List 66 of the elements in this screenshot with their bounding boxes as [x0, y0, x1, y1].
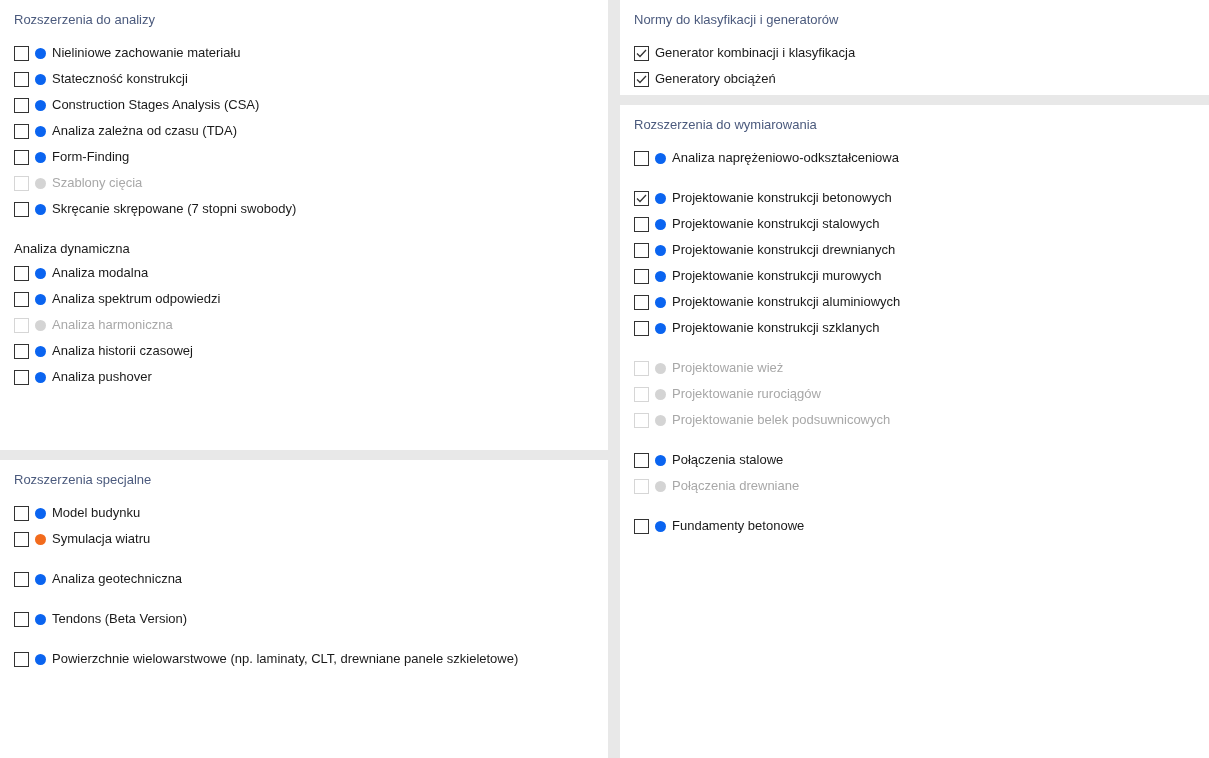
checkbox[interactable]: [634, 71, 649, 87]
checkbox[interactable]: [634, 150, 649, 166]
checkbox[interactable]: [634, 45, 649, 61]
option-label: Generator kombinacji i klasyfikacja: [655, 44, 856, 63]
section-title: Rozszerzenia do analizy: [14, 11, 156, 29]
checkmark-icon: [636, 193, 647, 203]
checkmark-icon: [636, 74, 647, 84]
option-label: Form-Finding: [52, 148, 130, 167]
checkbox[interactable]: [634, 268, 649, 284]
section-title: Rozszerzenia specjalne: [14, 471, 153, 489]
option-label: Skręcanie skrępowane (7 stopni swobody): [52, 200, 297, 219]
option-label: Nieliniowe zachowanie materiału: [52, 44, 241, 63]
option-label: Analiza harmoniczna: [52, 316, 173, 335]
option-label: Analiza historii czasowej: [52, 342, 193, 361]
checkbox[interactable]: [634, 518, 649, 534]
option-label: Projektowanie konstrukcji betonowych: [672, 189, 892, 208]
option-label: Projektowanie konstrukcji drewnianych: [672, 241, 896, 260]
section-title: Normy do klasyfikacji i generatorów: [634, 11, 840, 29]
option-label: Analiza modalna: [52, 264, 149, 283]
checkbox[interactable]: [14, 291, 29, 307]
option-label: Stateczność konstrukcji: [52, 70, 188, 89]
option-label: Projektowanie belek podsuwnicowych: [672, 411, 891, 430]
checkbox[interactable]: [14, 265, 29, 281]
option-label: Analiza geotechniczna: [52, 570, 183, 589]
checkbox[interactable]: [634, 320, 649, 336]
option-label: Model budynku: [52, 504, 141, 523]
checkbox[interactable]: [14, 651, 29, 667]
checkbox[interactable]: [14, 201, 29, 217]
option-label: Tendons (Beta Version): [52, 610, 188, 629]
option-label: Projektowanie konstrukcji aluminiowych: [672, 293, 901, 312]
checkbox[interactable]: [14, 571, 29, 587]
option-label: Projektowanie rurociągów: [672, 385, 821, 404]
checkbox[interactable]: [14, 369, 29, 385]
option-label: Analiza naprężeniowo-odkształceniowa: [672, 149, 899, 168]
checkbox[interactable]: [14, 531, 29, 547]
checkbox[interactable]: [14, 611, 29, 627]
option-label: Fundamenty betonowe: [672, 517, 805, 536]
option-label: Projektowanie wież: [672, 359, 784, 378]
checkbox[interactable]: [14, 97, 29, 113]
checkbox[interactable]: [634, 216, 649, 232]
option-label: Powierzchnie wielowarstwowe (np. laminaty, CLT, drewniane panele szkieletowe): [52, 650, 519, 669]
option-label: Projektowanie konstrukcji szklanych: [672, 319, 880, 338]
checkbox[interactable]: [14, 45, 29, 61]
checkbox[interactable]: [14, 71, 29, 87]
checkbox[interactable]: [14, 343, 29, 359]
option-label: Analiza pushover: [52, 368, 152, 387]
checkbox[interactable]: [634, 242, 649, 258]
option-label: Połączenia stalowe: [672, 451, 784, 470]
option-label: Projektowanie konstrukcji stalowych: [672, 215, 880, 234]
option-label: Analiza zależna od czasu (TDA): [52, 122, 237, 141]
checkbox[interactable]: [634, 190, 649, 206]
option-label: Analiza spektrum odpowiedzi: [52, 290, 221, 309]
checkbox[interactable]: [14, 505, 29, 521]
checkbox[interactable]: [634, 294, 649, 310]
checkbox[interactable]: [14, 149, 29, 165]
option-label: Szablony cięcia: [52, 174, 143, 193]
option-label: Połączenia drewniane: [672, 477, 800, 496]
checkmark-icon: [636, 48, 647, 58]
section-title: Rozszerzenia do wymiarowania: [634, 116, 818, 134]
option-label: Generatory obciążeń: [655, 70, 776, 89]
subsection-title: Analiza dynamiczna: [14, 239, 131, 258]
option-label: Symulacja wiatru: [52, 530, 151, 549]
option-label: Projektowanie konstrukcji murowych: [672, 267, 882, 286]
checkbox[interactable]: [14, 123, 29, 139]
checkbox[interactable]: [634, 452, 649, 468]
option-label: Construction Stages Analysis (CSA): [52, 96, 260, 115]
